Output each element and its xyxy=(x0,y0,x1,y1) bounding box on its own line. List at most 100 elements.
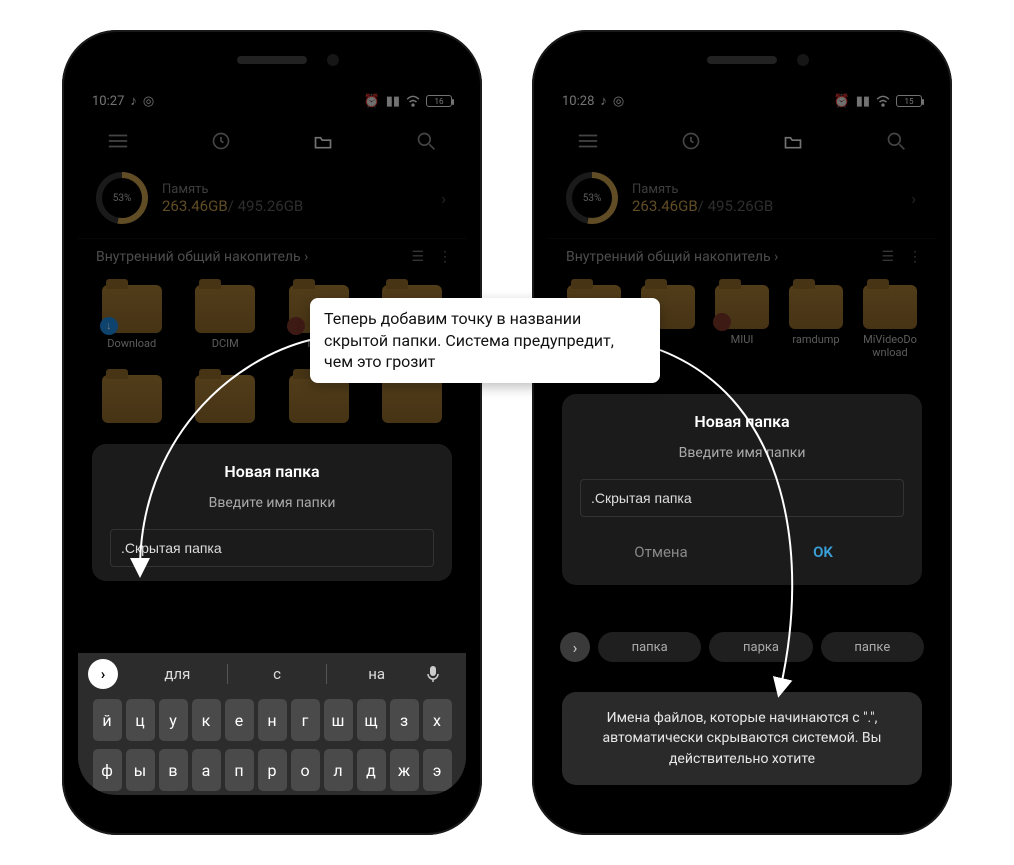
keyboard-key[interactable]: ж xyxy=(390,749,419,791)
suggestion-pill[interactable]: папке xyxy=(821,632,924,662)
folder-item[interactable]: ramdump xyxy=(780,285,852,359)
folder-item[interactable] xyxy=(369,375,457,453)
expand-suggestions-icon[interactable]: › xyxy=(560,632,590,662)
keyboard-key[interactable]: ц xyxy=(126,699,155,741)
instagram-icon: ◎ xyxy=(143,94,154,109)
mic-icon[interactable] xyxy=(426,665,466,683)
view-list-icon[interactable]: ☰ xyxy=(411,249,424,265)
expand-suggestions-icon[interactable]: › xyxy=(88,659,118,689)
search-icon[interactable] xyxy=(876,131,916,151)
menu-icon[interactable] xyxy=(98,132,138,150)
keyboard-key[interactable]: ф xyxy=(93,749,122,791)
badge-icon xyxy=(287,317,305,335)
suggestion-word[interactable]: для xyxy=(128,665,227,683)
ok-button[interactable]: OK xyxy=(742,533,904,571)
app-toolbar xyxy=(548,116,936,166)
folder-icon xyxy=(715,285,769,329)
keyboard-key[interactable]: з xyxy=(390,699,419,741)
suggestion-pill-bar: › папка парка папке xyxy=(554,626,930,668)
keyboard: › для с на йцукенгшщзх фывапролджэ xyxy=(78,653,466,795)
folder-name-input[interactable] xyxy=(110,529,434,567)
folder-label: MiVideoDo wnload xyxy=(854,333,926,359)
suggestion-word[interactable]: с xyxy=(228,665,327,683)
download-badge-icon: ↓ xyxy=(100,317,118,335)
signal-icon: ▮▮ xyxy=(856,94,870,109)
suggestion-word[interactable]: на xyxy=(327,665,426,683)
folder-label: DCIM xyxy=(212,337,239,363)
screen: 10:27 ♪ ◎ ⏰ ▮▮ 16 xyxy=(78,86,466,795)
folder-label: ramdump xyxy=(792,333,839,359)
folder-label: Download xyxy=(107,337,156,363)
folder-tab-icon[interactable] xyxy=(773,132,813,150)
cancel-button[interactable]: Отмена xyxy=(580,533,742,571)
alarm-icon: ⏰ xyxy=(364,94,380,109)
dialog-title: Новая папка xyxy=(110,462,434,481)
folder-icon xyxy=(195,375,255,423)
storage-ring: 53% xyxy=(566,172,618,224)
folder-item[interactable] xyxy=(88,375,176,453)
folder-icon xyxy=(195,285,255,333)
keyboard-row: фывапролджэ xyxy=(78,745,466,795)
folder-item[interactable]: MIUI xyxy=(706,285,778,359)
status-time: 10:27 xyxy=(92,94,124,109)
folder-item[interactable]: DCIM xyxy=(182,285,270,363)
alarm-icon: ⏰ xyxy=(834,94,850,109)
keyboard-key[interactable]: х xyxy=(423,699,452,741)
storage-label: Память xyxy=(162,182,303,197)
keyboard-key[interactable]: щ xyxy=(357,699,386,741)
storage-row[interactable]: 53% Память 263.46GB/ 495.26GB › xyxy=(78,166,466,238)
storage-row[interactable]: 53% Память 263.46GB/ 495.26GB › xyxy=(548,166,936,238)
more-icon[interactable]: ⋮ xyxy=(908,249,922,265)
status-bar: 10:27 ♪ ◎ ⏰ ▮▮ 16 xyxy=(78,86,466,116)
view-list-icon[interactable]: ☰ xyxy=(881,249,894,265)
folder-item[interactable]: ↓ Download xyxy=(88,285,176,363)
folder-label: MIUI xyxy=(731,333,754,359)
folder-tab-icon[interactable] xyxy=(303,132,343,150)
chevron-right-icon: › xyxy=(911,189,916,208)
keyboard-key[interactable]: а xyxy=(192,749,221,791)
keyboard-key[interactable]: н xyxy=(258,699,287,741)
dialog-title: Новая папка xyxy=(580,412,904,431)
battery-indicator: 16 xyxy=(426,95,452,107)
path-label: Внутренний общий накопитель › xyxy=(96,249,308,265)
keyboard-key[interactable]: г xyxy=(291,699,320,741)
folder-icon: ↓ xyxy=(102,285,162,333)
new-folder-dialog: Новая папка Введите имя папки xyxy=(92,444,452,581)
folder-icon xyxy=(863,285,917,329)
keyboard-key[interactable]: л xyxy=(324,749,353,791)
breadcrumb[interactable]: Внутренний общий накопитель › ☰ ⋮ xyxy=(78,238,466,277)
suggestion-bar: › для с на xyxy=(78,653,466,695)
keyboard-key[interactable]: е xyxy=(225,699,254,741)
recent-icon[interactable] xyxy=(201,131,241,151)
phone-mock-right: 10:28 ♪ ◎ ⏰ ▮▮ 15 xyxy=(532,30,952,835)
recent-icon[interactable] xyxy=(671,131,711,151)
keyboard-key[interactable]: э xyxy=(423,749,452,791)
folder-item[interactable] xyxy=(182,375,270,453)
keyboard-key[interactable]: о xyxy=(291,749,320,791)
keyboard-key[interactable]: к xyxy=(192,699,221,741)
suggestion-pill[interactable]: парка xyxy=(709,632,812,662)
keyboard-key[interactable]: п xyxy=(225,749,254,791)
chevron-right-icon: › xyxy=(441,189,446,208)
folder-item[interactable] xyxy=(275,375,363,453)
keyboard-key[interactable]: в xyxy=(159,749,188,791)
dialog-subtitle: Введите имя папки xyxy=(110,495,434,511)
keyboard-key[interactable]: р xyxy=(258,749,287,791)
app-toolbar xyxy=(78,116,466,166)
folder-name-input[interactable] xyxy=(580,479,904,517)
keyboard-key[interactable]: у xyxy=(159,699,188,741)
keyboard-key[interactable]: ш xyxy=(324,699,353,741)
menu-icon[interactable] xyxy=(568,132,608,150)
suggestion-pill[interactable]: папка xyxy=(598,632,701,662)
badge-icon xyxy=(713,313,731,331)
search-icon[interactable] xyxy=(406,131,446,151)
more-icon[interactable]: ⋮ xyxy=(438,249,452,265)
tiktok-icon: ♪ xyxy=(600,93,607,109)
keyboard-key[interactable]: д xyxy=(357,749,386,791)
instagram-icon: ◎ xyxy=(613,94,624,109)
breadcrumb[interactable]: Внутренний общий накопитель › ☰ ⋮ xyxy=(548,238,936,277)
folder-item[interactable]: MiVideoDo wnload xyxy=(854,285,926,359)
wifi-icon xyxy=(406,95,420,107)
keyboard-key[interactable]: ы xyxy=(126,749,155,791)
keyboard-key[interactable]: й xyxy=(93,699,122,741)
